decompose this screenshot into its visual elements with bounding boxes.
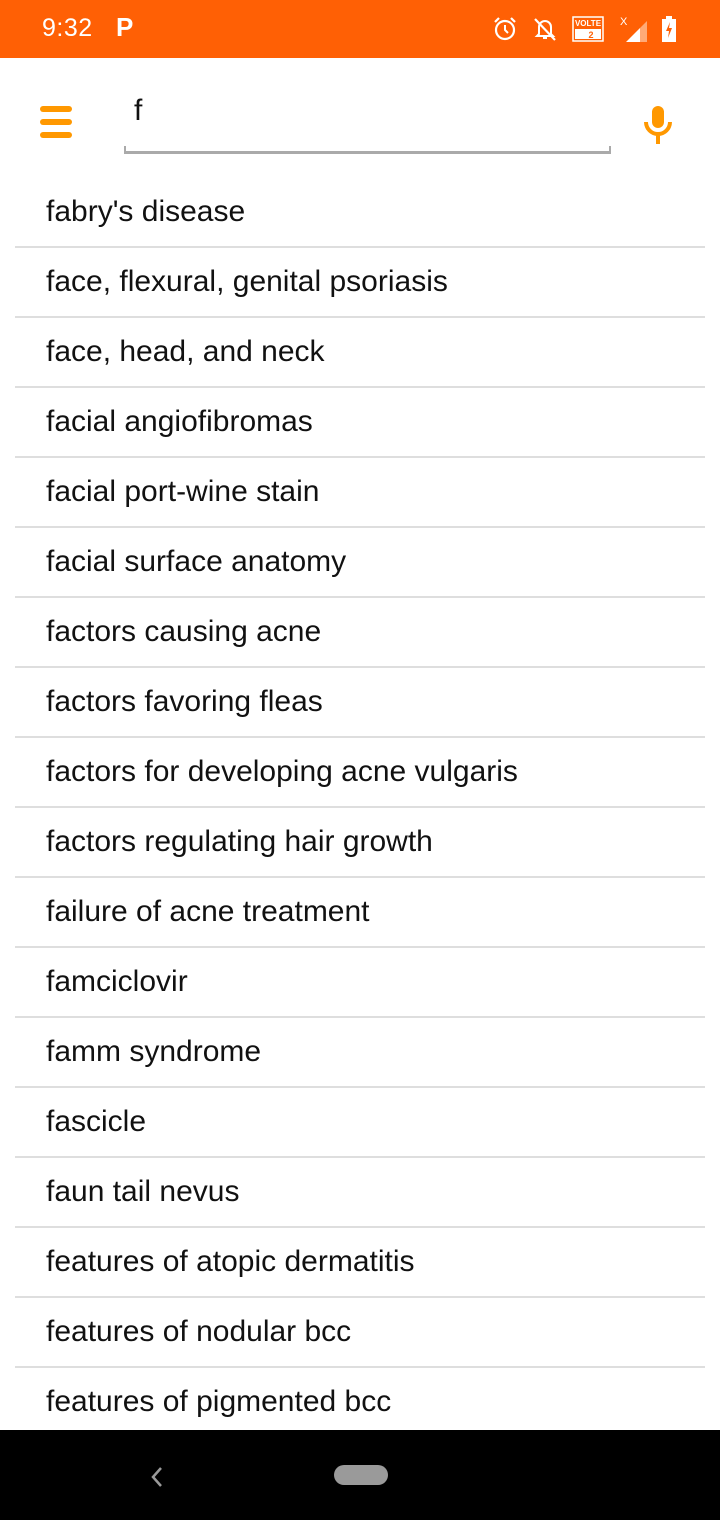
- svg-text:X: X: [620, 16, 628, 28]
- navigation-bar: [0, 1430, 720, 1520]
- list-item[interactable]: famm syndrome: [15, 1018, 705, 1088]
- list-item-label: face, flexural, genital psoriasis: [46, 265, 448, 298]
- list-item-label: facial surface anatomy: [46, 545, 347, 578]
- list-item-label: failure of acne treatment: [46, 895, 370, 928]
- list-item-label: famm syndrome: [46, 1035, 262, 1068]
- list-item-label: famciclovir: [46, 965, 188, 998]
- list-item-label: faun tail nevus: [46, 1175, 240, 1208]
- bell-off-icon: [534, 18, 556, 41]
- volte-icon: VOLTE 2: [572, 16, 604, 42]
- voice-search-button[interactable]: [640, 104, 678, 148]
- notification-app-icon: P: [116, 12, 134, 42]
- list-item-label: features of atopic dermatitis: [46, 1245, 415, 1278]
- home-pill-icon[interactable]: [334, 1465, 388, 1485]
- list-item[interactable]: famciclovir: [15, 948, 705, 1018]
- back-chevron-icon: [151, 1467, 162, 1487]
- svg-text:2: 2: [588, 30, 593, 40]
- list-item-label: factors for developing acne vulgaris: [46, 755, 518, 788]
- list-item-label: facial port-wine stain: [46, 475, 320, 508]
- list-item[interactable]: features of atopic dermatitis: [15, 1228, 705, 1298]
- list-item-label: features of pigmented bcc: [46, 1385, 392, 1418]
- list-item[interactable]: features of nodular bcc: [15, 1298, 705, 1368]
- alarm-icon: [494, 17, 516, 41]
- status-bar: 9:32 P VOLTE 2 X: [0, 0, 720, 58]
- list-item-label: factors regulating hair growth: [46, 825, 433, 858]
- list-item-label: facial angiofibromas: [46, 405, 313, 438]
- status-time: 9:32: [42, 14, 93, 42]
- status-icons: VOLTE 2 X: [492, 14, 676, 44]
- search-input[interactable]: [124, 88, 611, 148]
- menu-button[interactable]: [40, 104, 84, 144]
- list-item[interactable]: fascicle: [15, 1088, 705, 1158]
- battery-charging-icon: [662, 16, 676, 42]
- list-item[interactable]: faun tail nevus: [15, 1158, 705, 1228]
- list-item-label: features of nodular bcc: [46, 1315, 352, 1348]
- list-item-label: factors favoring fleas: [46, 685, 323, 718]
- list-item[interactable]: fabry's disease: [15, 178, 705, 248]
- back-button[interactable]: [146, 1464, 168, 1490]
- hamburger-menu-icon: [40, 106, 72, 138]
- list-item[interactable]: factors regulating hair growth: [15, 808, 705, 878]
- search-app-bar: [0, 58, 720, 178]
- list-item-label: fabry's disease: [46, 195, 246, 228]
- microphone-icon: [644, 106, 672, 144]
- list-item-label: face, head, and neck: [46, 335, 325, 368]
- search-field[interactable]: [124, 88, 611, 154]
- list-item[interactable]: face, head, and neck: [15, 318, 705, 388]
- list-item[interactable]: face, flexural, genital psoriasis: [15, 248, 705, 318]
- list-item[interactable]: factors causing acne: [15, 598, 705, 668]
- search-underline: [124, 146, 611, 154]
- list-item[interactable]: factors favoring fleas: [15, 668, 705, 738]
- list-item-label: factors causing acne: [46, 615, 322, 648]
- list-item[interactable]: factors for developing acne vulgaris: [15, 738, 705, 808]
- list-item[interactable]: facial port-wine stain: [15, 458, 705, 528]
- list-item[interactable]: facial angiofibromas: [15, 388, 705, 458]
- list-item[interactable]: features of pigmented bcc: [15, 1368, 705, 1430]
- list-item[interactable]: facial surface anatomy: [15, 528, 705, 598]
- list-item-label: fascicle: [46, 1105, 147, 1138]
- signal-icon: X: [620, 16, 647, 42]
- list-item[interactable]: failure of acne treatment: [15, 878, 705, 948]
- results-list: fabry's disease face, flexural, genital …: [15, 178, 705, 1430]
- svg-text:VOLTE: VOLTE: [575, 19, 602, 28]
